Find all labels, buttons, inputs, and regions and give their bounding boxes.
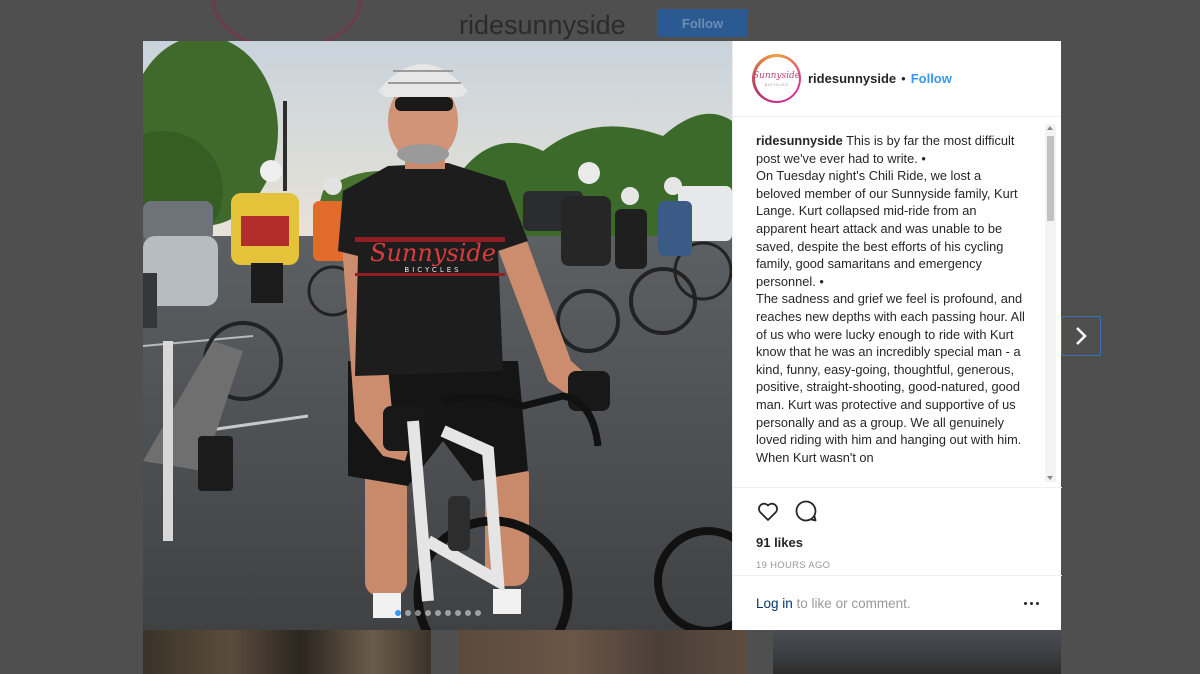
jersey-logo-text: Sunnyside (370, 239, 496, 267)
caption-username-link[interactable]: ridesunnyside (756, 133, 843, 148)
scrollbar-thumb[interactable] (1047, 136, 1054, 221)
chevron-right-icon (1076, 327, 1087, 345)
carousel-dot (454, 610, 461, 616)
post-timestamp: 19 HOURS AGO (756, 560, 831, 571)
scroll-up-arrow-icon[interactable] (1047, 126, 1053, 130)
scroll-down-arrow-icon[interactable] (1047, 476, 1053, 480)
background-thumbnail (458, 630, 746, 674)
carousel-dot (474, 610, 481, 616)
carousel-indicator (143, 610, 732, 616)
cyclist-photo: Sunnyside BICYCLES (143, 41, 732, 630)
avatar-logo-subtext: BICYCLES (764, 81, 789, 87)
like-button[interactable] (756, 499, 780, 523)
carousel-dot (444, 610, 451, 616)
login-link[interactable]: Log in (756, 596, 793, 611)
login-prompt-text: to like or comment. (792, 595, 911, 611)
caption-text: On Tuesday night's Chili Ride, we lost a… (756, 168, 1018, 289)
avatar-logo-text: Sunnyside (752, 70, 801, 81)
heart-icon (758, 502, 778, 521)
background-username: ridesunnyside (459, 10, 626, 40)
next-post-button[interactable] (1061, 316, 1101, 356)
more-icon-dot (1030, 601, 1033, 605)
post-modal: Sunnyside BICYCLES Sunnyside BICYCLES ri… (143, 41, 1062, 630)
post-photo[interactable]: Sunnyside BICYCLES (143, 41, 732, 630)
login-prompt: Log in to like or comment. (756, 596, 911, 611)
post-header: Sunnyside BICYCLES ridesunnyside • Follo… (733, 41, 1061, 117)
carousel-dot (414, 610, 421, 616)
more-icon (1024, 601, 1027, 605)
carousel-dot (404, 610, 411, 616)
header-separator: • (901, 71, 906, 86)
avatar-logo: Sunnyside BICYCLES (752, 56, 801, 101)
carousel-dot (394, 610, 401, 616)
carousel-dot (424, 610, 431, 616)
post-sidebar: Sunnyside BICYCLES ridesunnyside • Follo… (732, 41, 1062, 630)
background-thumbnail (143, 630, 431, 674)
comment-icon (795, 500, 817, 522)
comment-bar: Log in to like or comment. (733, 575, 1062, 630)
more-icon-dot (1036, 601, 1039, 605)
more-options-button[interactable] (1024, 601, 1039, 605)
header-username-link[interactable]: ridesunnyside (808, 71, 896, 86)
post-caption: ridesunnyside This is by far the most di… (756, 132, 1026, 466)
likes-count[interactable]: 91 likes (756, 535, 1062, 550)
follow-button[interactable]: Follow (911, 71, 952, 86)
action-icons (756, 499, 1062, 523)
carousel-dot (434, 610, 441, 616)
jersey-logo-subtext: BICYCLES (404, 266, 461, 274)
caption-text: The sadness and grief we feel is profoun… (756, 291, 1025, 465)
post-actions: 91 likes 19 HOURS AGO (733, 487, 1062, 571)
carousel-dot (464, 610, 471, 616)
caption-scroll-area[interactable]: ridesunnyside This is by far the most di… (733, 118, 1062, 487)
avatar[interactable]: Sunnyside BICYCLES (752, 54, 801, 103)
caption-scrollbar[interactable] (1045, 124, 1056, 482)
background-thumbnail (773, 630, 1061, 674)
comment-button[interactable] (794, 499, 818, 523)
background-follow-button: Follow (657, 9, 748, 37)
